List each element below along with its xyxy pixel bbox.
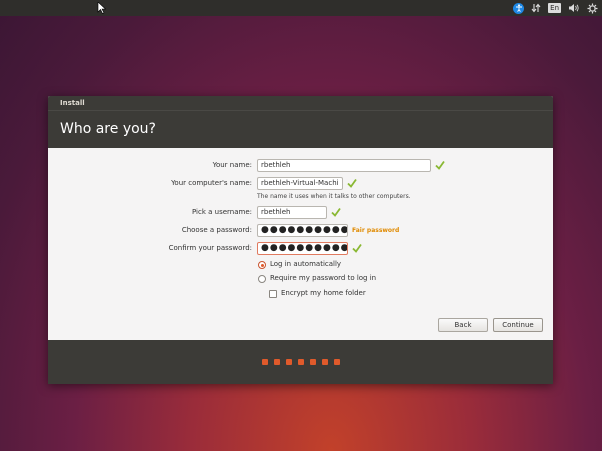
- checkmark-icon: [352, 243, 362, 253]
- back-button[interactable]: Back: [438, 318, 488, 332]
- confirm-password-field[interactable]: ●●●●●●●●●●●: [257, 242, 348, 255]
- progress-dots: [262, 359, 340, 365]
- progress-dot: [262, 359, 268, 365]
- network-arrows-icon: [531, 3, 541, 13]
- your-name-label: Your name:: [212, 161, 252, 169]
- accessibility-menu[interactable]: [513, 2, 525, 14]
- computer-name-hint: The name it uses when it talks to other …: [257, 193, 411, 200]
- progress-dot: [274, 359, 280, 365]
- login-automatically-label[interactable]: Log in automatically: [270, 260, 341, 268]
- progress-dot: [322, 359, 328, 365]
- username-field[interactable]: rbethleh: [257, 206, 327, 219]
- gear-icon: [587, 3, 598, 13]
- volume-icon: [569, 4, 579, 12]
- password-label: Choose a password:: [181, 226, 252, 234]
- checkmark-icon: [347, 178, 357, 188]
- computer-name-field[interactable]: rbethleh-Virtual-Machi: [257, 177, 343, 190]
- accessibility-icon: [513, 2, 525, 14]
- page-heading: Who are you?: [48, 110, 553, 148]
- keyboard-layout-indicator: En: [548, 3, 561, 13]
- progress-footer: [48, 340, 553, 384]
- user-form: Your name: rbethleh Your computer's name…: [48, 148, 553, 339]
- window-title: Install: [48, 96, 553, 110]
- progress-dot: [334, 359, 340, 365]
- encrypt-home-label[interactable]: Encrypt my home folder: [281, 289, 366, 297]
- checkmark-icon: [435, 160, 445, 170]
- password-field[interactable]: ●●●●●●●●●●●: [257, 224, 348, 237]
- volume-menu[interactable]: [568, 3, 580, 13]
- network-menu[interactable]: [531, 3, 541, 13]
- encrypt-home-checkbox[interactable]: [269, 290, 277, 298]
- require-password-radio[interactable]: [258, 275, 266, 283]
- confirm-password-label: Confirm your password:: [168, 244, 252, 252]
- progress-dot: [298, 359, 304, 365]
- system-tray: En: [513, 0, 598, 16]
- your-name-field[interactable]: rbethleh: [257, 159, 431, 172]
- computer-name-label: Your computer's name:: [171, 179, 252, 187]
- continue-button[interactable]: Continue: [493, 318, 543, 332]
- password-strength: Fair password: [352, 227, 400, 234]
- login-automatically-radio[interactable]: [258, 261, 266, 269]
- top-panel: En: [0, 0, 602, 16]
- progress-dot: [286, 359, 292, 365]
- require-password-label[interactable]: Require my password to log in: [270, 274, 376, 282]
- session-menu[interactable]: [587, 3, 598, 14]
- keyboard-layout-menu[interactable]: En: [548, 3, 561, 13]
- checkmark-icon: [331, 207, 341, 217]
- installer-window: Install Who are you? Your name: rbethleh…: [48, 96, 553, 384]
- progress-dot: [310, 359, 316, 365]
- mouse-cursor-icon: [97, 2, 107, 14]
- username-label: Pick a username:: [191, 208, 252, 216]
